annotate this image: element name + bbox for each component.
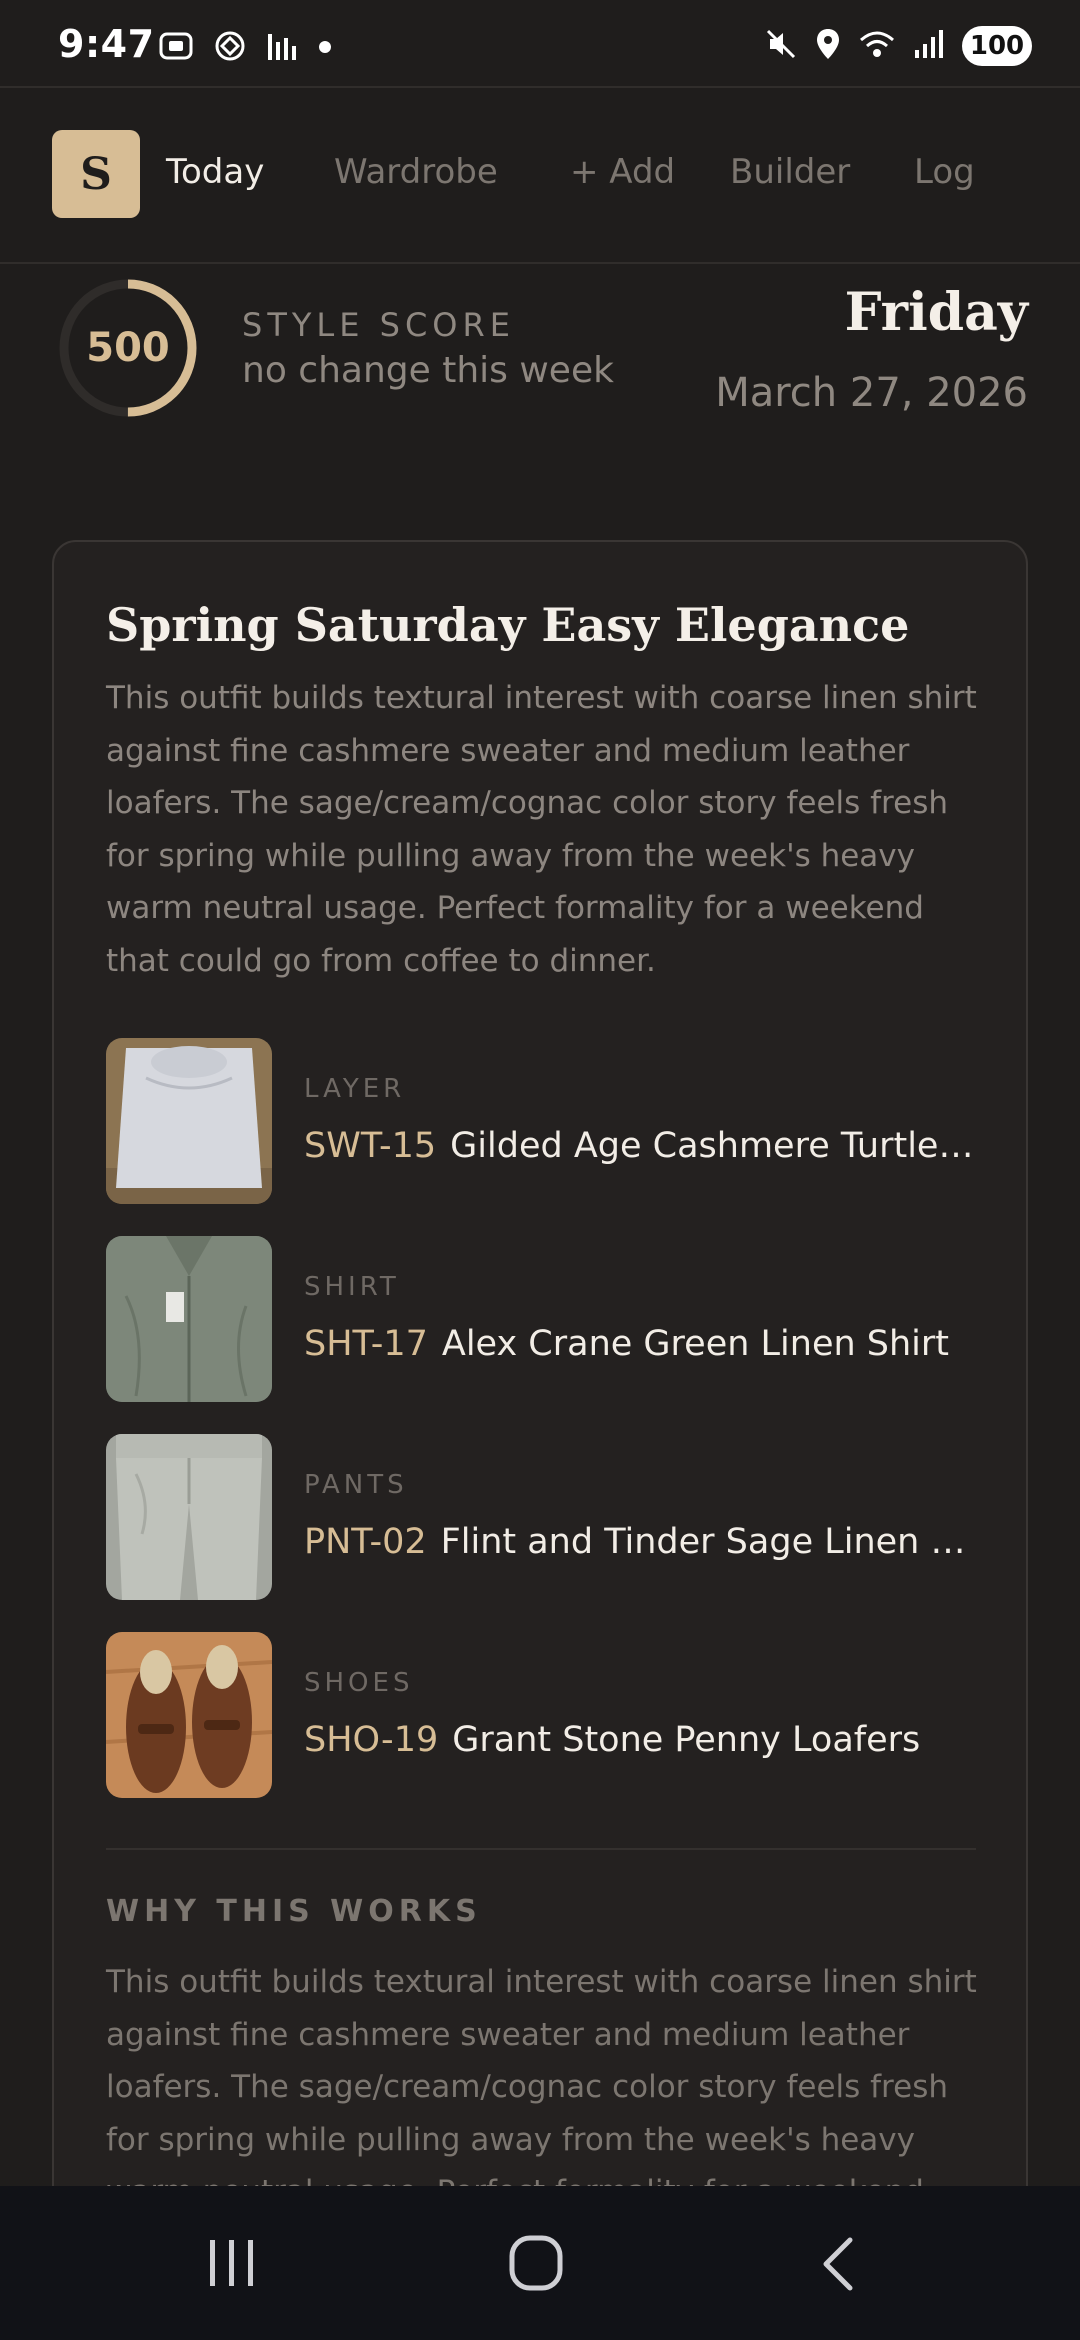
status-time: 9:47 xyxy=(58,22,155,66)
app-logo[interactable]: S xyxy=(52,130,140,218)
battery-indicator: 100 xyxy=(962,26,1032,66)
style-score-value: 500 xyxy=(86,325,170,371)
item-code: SHO-19 xyxy=(304,1720,439,1760)
screenshot-icon xyxy=(158,29,194,67)
location-icon xyxy=(814,27,842,65)
signal-icon xyxy=(912,28,946,64)
app-screen: 9:47 100 S Today Wardrobe + Add Builder … xyxy=(0,0,1080,2340)
item-category: LAYER xyxy=(304,1074,406,1104)
full-date: March 27, 2026 xyxy=(715,370,1028,416)
item-code: SWT-15 xyxy=(304,1126,437,1166)
outfit-card: Spring Saturday Easy Elegance This outfi… xyxy=(52,540,1028,2340)
style-score-label: STYLE SCORE xyxy=(242,306,515,344)
shirt-photo xyxy=(106,1236,272,1402)
section-divider xyxy=(106,1848,976,1850)
outfit-title: Spring Saturday Easy Elegance xyxy=(106,598,910,652)
outfit-item-pants[interactable]: PANTS PNT-02 Flint and Tinder Sage Linen … xyxy=(106,1434,976,1602)
nav-tab-add[interactable]: + Add xyxy=(570,152,675,192)
outfit-item-shoes[interactable]: SHOES SHO-19 Grant Stone Penny Loafers xyxy=(106,1632,976,1800)
nav-tab-wardrobe[interactable]: Wardrobe xyxy=(334,152,498,192)
chatgpt-icon xyxy=(212,28,248,68)
nav-tab-builder[interactable]: Builder xyxy=(730,152,850,192)
item-name: Grant Stone Penny Loafers xyxy=(452,1720,921,1760)
item-name: Alex Crane Green Linen Shirt xyxy=(441,1324,950,1364)
home-icon[interactable] xyxy=(508,2234,564,2296)
item-title-line: PNT-02 Flint and Tinder Sage Linen Trouse… xyxy=(304,1522,974,1562)
nav-tab-today[interactable]: Today xyxy=(166,152,264,192)
dot-icon xyxy=(318,39,332,58)
status-left-icons xyxy=(158,28,332,68)
outfit-item-layer[interactable]: LAYER SWT-15 Gilded Age Cashmere Turtlene… xyxy=(106,1038,976,1206)
item-category: PANTS xyxy=(304,1470,408,1500)
wifi-icon xyxy=(858,28,896,64)
loafers-photo xyxy=(106,1632,272,1798)
item-title-line: SHT-17 Alex Crane Green Linen Shirt xyxy=(304,1324,974,1364)
item-title-line: SHO-19 Grant Stone Penny Loafers xyxy=(304,1720,974,1760)
item-code: SHT-17 xyxy=(304,1324,428,1364)
pants-photo xyxy=(106,1434,272,1600)
outfit-item-shirt[interactable]: SHIRT SHT-17 Alex Crane Green Linen Shirt xyxy=(106,1236,976,1404)
mute-icon xyxy=(764,27,798,65)
item-code: PNT-02 xyxy=(304,1522,427,1562)
day-name: Friday xyxy=(844,282,1028,343)
nav-tab-log[interactable]: Log xyxy=(914,152,975,192)
equalizer-icon xyxy=(266,30,300,66)
status-bar: 9:47 100 xyxy=(0,0,1080,86)
top-nav: S Today Wardrobe + Add Builder Log xyxy=(0,86,1080,264)
sweater-photo xyxy=(106,1038,272,1204)
recent-apps-icon[interactable] xyxy=(206,2236,258,2294)
status-right-icons: 100 xyxy=(764,26,1032,66)
style-score-change: no change this week xyxy=(242,350,614,391)
item-category: SHIRT xyxy=(304,1272,400,1302)
system-nav-bar xyxy=(0,2186,1080,2340)
item-category: SHOES xyxy=(304,1668,414,1698)
item-title-line: SWT-15 Gilded Age Cashmere Turtleneck xyxy=(304,1126,974,1166)
item-name: Flint and Tinder Sage Linen Trousers xyxy=(440,1522,974,1562)
item-name: Gilded Age Cashmere Turtleneck xyxy=(450,1126,974,1166)
back-icon[interactable] xyxy=(818,2236,858,2296)
why-this-works-heading: WHY THIS WORKS xyxy=(106,1894,482,1929)
outfit-description: This outfit builds textural interest wit… xyxy=(106,680,977,979)
